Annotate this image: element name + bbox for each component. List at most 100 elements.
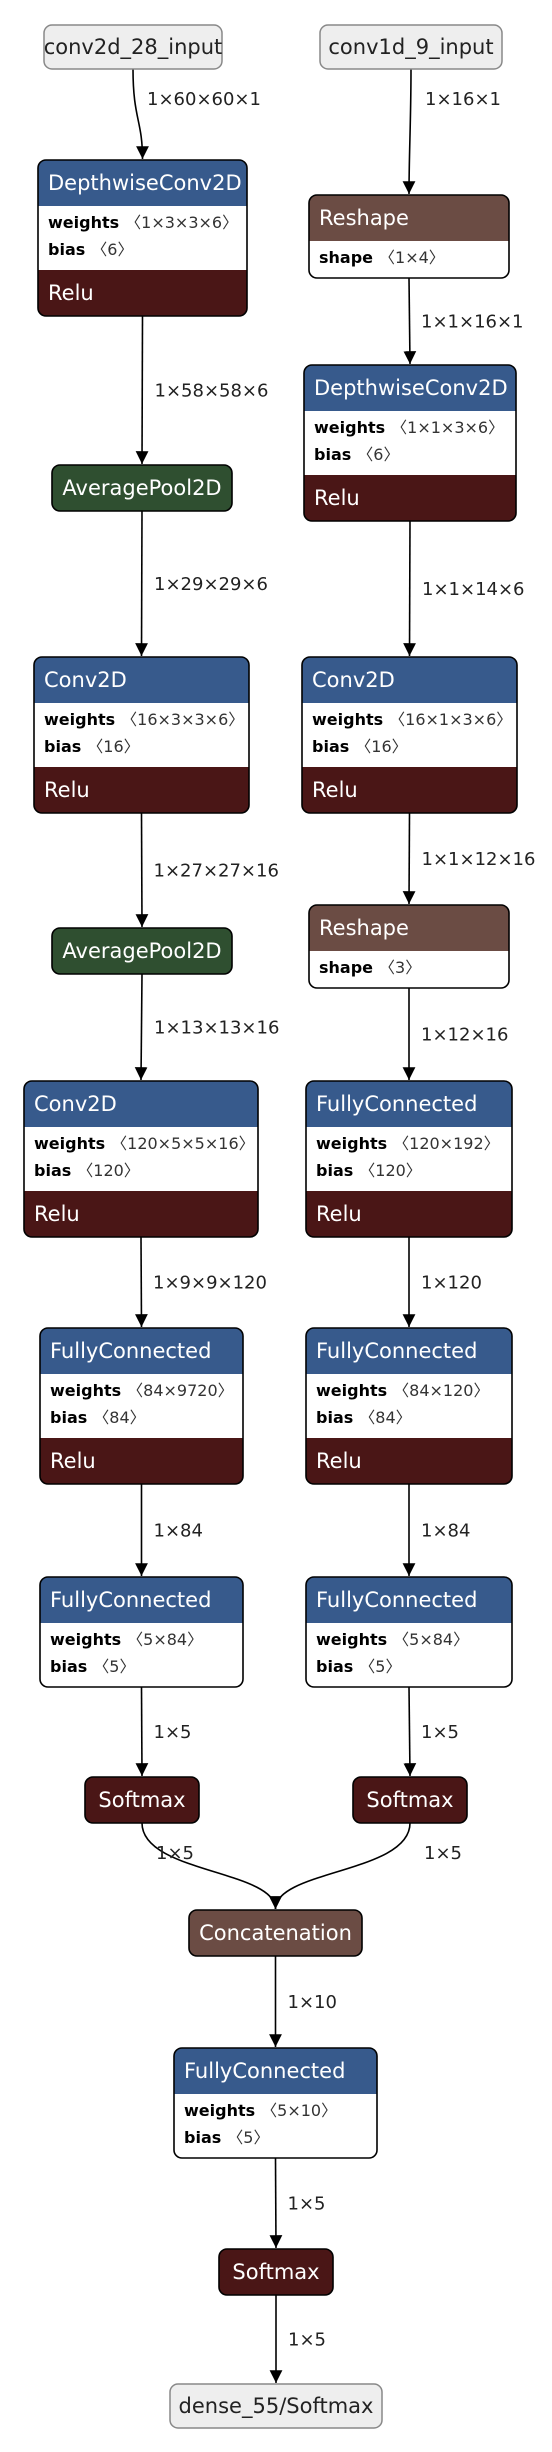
edge-softmax-b-to-concat: 1×5 bbox=[269, 1822, 462, 1910]
attr-key: bias bbox=[312, 737, 349, 756]
node-title: FullyConnected bbox=[316, 1588, 477, 1612]
edge-shape-label: 1×12×16 bbox=[421, 1025, 508, 1046]
edge-conv-a1-to-pool-a2: 1×27×27×16 bbox=[135, 812, 279, 928]
attr-value: 〈5〉 bbox=[359, 1657, 401, 1676]
edge-shape-label: 1×84 bbox=[421, 1521, 470, 1542]
edge-fc-a2-to-softmax-a: 1×5 bbox=[135, 1686, 192, 1777]
node-title: Softmax bbox=[232, 2260, 319, 2284]
edge-fc-a1-to-fc-a2: 1×84 bbox=[135, 1484, 203, 1576]
node-attr-bias: bias 〈16〉 bbox=[312, 737, 408, 756]
edge-reshape-b1-to-dwconv-b: 1×1×16×1 bbox=[403, 277, 524, 365]
node-activation-label: Relu bbox=[314, 486, 360, 510]
attr-key: bias bbox=[50, 1657, 87, 1676]
model-graph: 1×60×60×1 1×58×58×6 1×29×29×6 1×27×27×16 1×1… bbox=[23, 24, 536, 2429]
node-pool-a2[interactable]: AveragePool2D bbox=[51, 927, 233, 975]
node-title: FullyConnected bbox=[50, 1339, 211, 1363]
node-title: Reshape bbox=[319, 916, 409, 940]
node-conv-a1[interactable]: Conv2D weights 〈16×3×3×6〉 bias 〈16〉 Relu bbox=[33, 656, 250, 814]
edge-shape-label: 1×1×12×16 bbox=[422, 849, 536, 870]
node-title: DepthwiseConv2D bbox=[48, 171, 242, 195]
node-attr-bias: bias 〈16〉 bbox=[44, 737, 140, 756]
edge-shape-label: 1×1×14×6 bbox=[422, 579, 525, 600]
attr-value: 〈16〉 bbox=[355, 737, 407, 756]
edge-concat-to-fc-out: 1×10 bbox=[269, 1956, 337, 2047]
attr-value: 〈120〉 bbox=[77, 1161, 140, 1180]
node-attr-weights: weights 〈1×1×3×6〉 bbox=[314, 418, 504, 437]
node-conv-b[interactable]: Conv2D weights 〈16×1×3×6〉 bias 〈16〉 Relu bbox=[301, 656, 518, 814]
node-attr-weights: weights 〈16×3×3×6〉 bbox=[44, 710, 244, 729]
node-attr-weights: weights 〈84×9720〉 bbox=[50, 1381, 234, 1400]
node-reshape-b2[interactable]: Reshape shape 〈3〉 bbox=[308, 904, 510, 989]
node-title: FullyConnected bbox=[50, 1588, 211, 1612]
node-attr-bias: bias 〈6〉 bbox=[48, 240, 133, 259]
edge-line bbox=[402, 812, 416, 905]
edge-line bbox=[132, 68, 149, 160]
node-title: FullyConnected bbox=[184, 2059, 345, 2083]
attr-key: weights bbox=[34, 1134, 105, 1153]
attr-key: weights bbox=[316, 1381, 387, 1400]
edge-pool-a2-to-conv-a2: 1×13×13×16 bbox=[134, 973, 279, 1081]
node-fc-b3[interactable]: FullyConnected weights 〈5×84〉 bias 〈5〉 bbox=[305, 1576, 513, 1688]
attr-key: bias bbox=[44, 737, 81, 756]
node-fc-a2[interactable]: FullyConnected weights 〈5×84〉 bias 〈5〉 bbox=[39, 1576, 244, 1688]
edge-line bbox=[403, 277, 417, 365]
node-softmax-a[interactable]: Softmax bbox=[84, 1776, 200, 1824]
node-attr-bias: bias 〈6〉 bbox=[314, 445, 399, 464]
node-title: Reshape bbox=[319, 206, 409, 230]
edge-fc-b1-to-fc-b2: 1×120 bbox=[402, 1237, 482, 1327]
attr-key: bias bbox=[184, 2128, 221, 2147]
node-attr-bias: bias 〈120〉 bbox=[316, 1161, 422, 1180]
edge-line bbox=[135, 1236, 148, 1328]
node-attr-bias: bias 〈5〉 bbox=[316, 1657, 401, 1676]
edge-shape-label: 1×5 bbox=[288, 2330, 326, 2351]
node-activation-label: Relu bbox=[48, 281, 94, 305]
node-title: FullyConnected bbox=[316, 1092, 477, 1116]
attr-value: 〈84×9720〉 bbox=[127, 1381, 234, 1400]
node-activation-label: Relu bbox=[50, 1449, 96, 1473]
node-fc-b2[interactable]: FullyConnected weights 〈84×120〉 bias 〈84〉 Rel… bbox=[305, 1327, 513, 1485]
node-fc-out[interactable]: FullyConnected weights 〈5×10〉 bias 〈5〉 bbox=[173, 2047, 378, 2159]
edge-line bbox=[269, 1822, 411, 1910]
node-concat[interactable]: Concatenation bbox=[188, 1909, 363, 1957]
edge-fc-out-to-softmax-out: 1×5 bbox=[269, 2157, 326, 2249]
node-dwconv-a[interactable]: DepthwiseConv2D weights 〈1×3×3×6〉 bias 〈6〉 Re… bbox=[37, 159, 248, 317]
node-pool-a1[interactable]: AveragePool2D bbox=[51, 464, 233, 512]
attr-value: 〈16×3×3×6〉 bbox=[121, 710, 244, 729]
attr-value: 〈5×84〉 bbox=[127, 1630, 203, 1649]
attr-value: 〈6〉 bbox=[357, 445, 399, 464]
edge-shape-label: 1×5 bbox=[154, 1722, 192, 1743]
attr-value: 〈84〉 bbox=[359, 1408, 411, 1427]
node-softmax-b[interactable]: Softmax bbox=[352, 1776, 468, 1824]
edge-shape-label: 1×5 bbox=[421, 1722, 459, 1743]
node-conv-a2[interactable]: Conv2D weights 〈120×5×5×16〉 bias 〈120〉 Relu bbox=[23, 1080, 259, 1238]
node-title: AveragePool2D bbox=[62, 476, 221, 500]
attr-key: weights bbox=[44, 710, 115, 729]
node-input-a[interactable]: conv2d_28_input bbox=[43, 24, 223, 70]
node-fc-b1[interactable]: FullyConnected weights 〈120×192〉 bias 〈120〉 R… bbox=[305, 1080, 513, 1238]
node-attr-bias: bias 〈84〉 bbox=[316, 1408, 412, 1427]
attr-key: weights bbox=[184, 2101, 255, 2120]
edge-shape-label: 1×9×9×120 bbox=[153, 1273, 267, 1294]
node-attr-shape: shape 〈3〉 bbox=[319, 958, 421, 977]
node-fc-a1[interactable]: FullyConnected weights 〈84×9720〉 bias 〈84〉 Re… bbox=[39, 1327, 244, 1485]
attr-value: 〈84〉 bbox=[93, 1408, 145, 1427]
edge-shape-label: 1×5 bbox=[288, 2194, 326, 2215]
attr-key: weights bbox=[48, 213, 119, 232]
attr-key: weights bbox=[316, 1630, 387, 1649]
edge-shape-label: 1×10 bbox=[288, 1992, 337, 2013]
attr-value: 〈5×10〉 bbox=[261, 2101, 337, 2120]
node-output[interactable]: dense_55/Softmax bbox=[169, 2383, 383, 2429]
node-dwconv-b[interactable]: DepthwiseConv2D weights 〈1×1×3×6〉 bias 〈6〉 Re… bbox=[303, 364, 517, 522]
node-title: Conv2D bbox=[34, 1092, 117, 1116]
node-input-b[interactable]: conv1d_9_input bbox=[319, 24, 503, 70]
node-attr-bias: bias 〈84〉 bbox=[50, 1408, 146, 1427]
node-softmax-out[interactable]: Softmax bbox=[218, 2248, 334, 2296]
attr-value: 〈5〉 bbox=[93, 1657, 135, 1676]
node-reshape-b1[interactable]: Reshape shape 〈1×4〉 bbox=[308, 194, 510, 279]
node-activation-label: Relu bbox=[34, 1202, 80, 1226]
nodes-layer: conv2d_28_input DepthwiseConv2D weights 〈1×… bbox=[23, 24, 518, 2429]
node-title: Conv2D bbox=[44, 668, 127, 692]
attr-key: bias bbox=[48, 240, 85, 259]
node-title: dense_55/Softmax bbox=[179, 2394, 374, 2419]
attr-key: bias bbox=[50, 1408, 87, 1427]
